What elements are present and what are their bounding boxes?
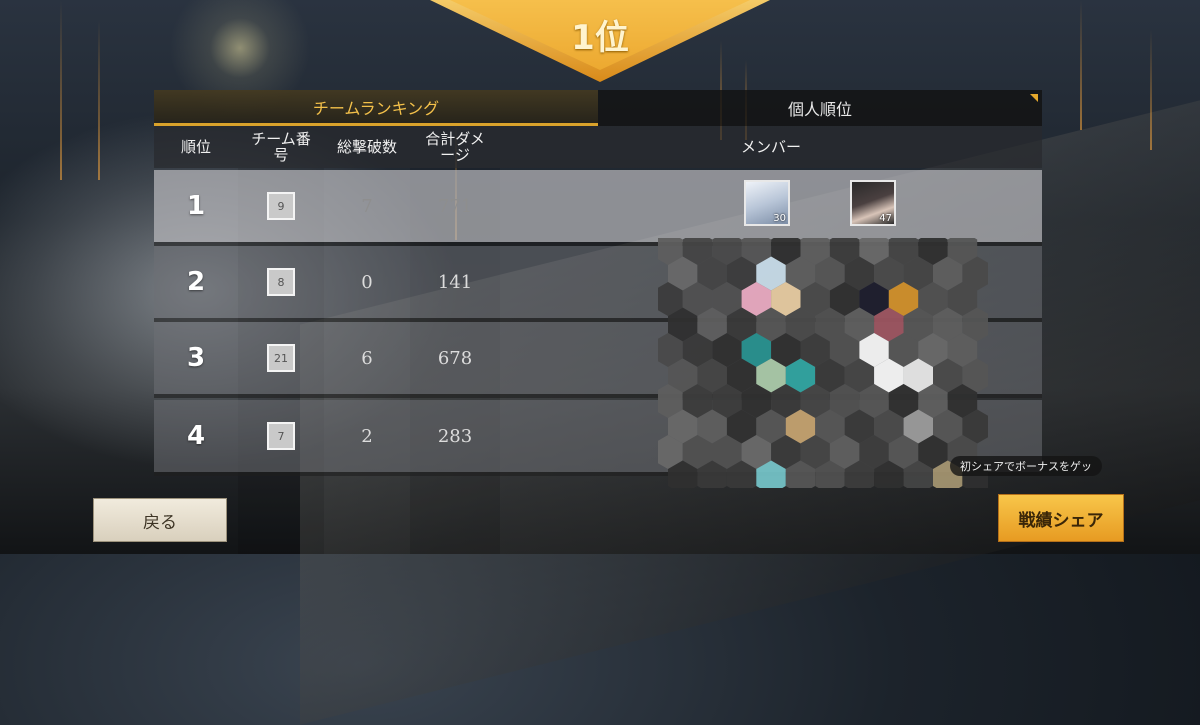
tab-team-ranking[interactable]: チームランキング [154, 90, 598, 126]
total-kills-value: 2 [361, 425, 373, 447]
kills-cell: 0 [324, 246, 410, 318]
share-results-button[interactable]: 戦績シェア [998, 494, 1124, 542]
rain-streak [98, 20, 100, 180]
rain-streak [1080, 0, 1082, 130]
rain-streak [1150, 30, 1152, 150]
table-header: 順位 チーム番号 総撃破数 合計ダメージ メンバー [154, 126, 1042, 168]
total-damage-value: 141 [437, 271, 473, 293]
total-damage-value: 283 [437, 425, 473, 447]
member-avatar[interactable]: 30 [744, 180, 790, 226]
team-number-cell: 7 [238, 400, 324, 472]
rain-streak [60, 0, 62, 180]
header-members: メンバー [740, 138, 801, 156]
rank-cell: 4 [154, 400, 238, 472]
member-avatar[interactable]: 47 [850, 180, 896, 226]
rank-number: 4 [186, 421, 206, 451]
team-number-badge: 7 [267, 422, 295, 450]
damage-cell: 141 [410, 246, 500, 318]
total-damage-value: 771 [437, 195, 473, 217]
tab-individual-ranking[interactable]: 個人順位 [598, 90, 1042, 126]
team-number-cell: 8 [238, 246, 324, 318]
header-team-number: チーム番号 [251, 130, 311, 164]
censor-hex-overlay [658, 238, 988, 488]
share-bonus-tooltip: 初シェアでボーナスをゲッ [950, 456, 1102, 476]
total-damage-value: 678 [437, 347, 473, 369]
rank-result-label: 1位 [571, 18, 629, 58]
team-number-badge: 9 [267, 192, 295, 220]
team-number-badge: 8 [267, 268, 295, 296]
table-row[interactable]: 1 9 7 771 30 47 [154, 170, 1042, 242]
rank-number: 1 [186, 191, 206, 221]
total-kills-value: 7 [361, 195, 373, 217]
total-kills-value: 6 [361, 347, 373, 369]
team-number-cell: 21 [238, 322, 324, 394]
kills-cell: 2 [324, 400, 410, 472]
rank-cell: 2 [154, 246, 238, 318]
rank-cell: 1 [154, 170, 238, 242]
damage-cell: 771 [410, 170, 500, 242]
header-rank: 順位 [180, 138, 211, 156]
damage-cell: 283 [410, 400, 500, 472]
kills-cell: 7 [324, 170, 410, 242]
rank-banner: 1位 [430, 0, 770, 86]
kills-cell: 6 [324, 322, 410, 394]
damage-cell: 678 [410, 322, 500, 394]
rank-number: 3 [186, 343, 206, 373]
rank-cell: 3 [154, 322, 238, 394]
member-level: 47 [879, 213, 892, 224]
rank-number: 2 [186, 267, 206, 297]
ranking-tabs: チームランキング 個人順位 [154, 90, 1042, 126]
header-total-kills: 総撃破数 [336, 138, 397, 156]
header-total-damage: 合計ダメージ [425, 130, 485, 164]
tab-corner-marker [1030, 94, 1038, 102]
total-kills-value: 0 [361, 271, 373, 293]
back-button[interactable]: 戻る [93, 498, 227, 542]
tab-individual-ranking-label: 個人順位 [787, 100, 852, 119]
team-number-cell: 9 [238, 170, 324, 242]
member-level: 30 [773, 213, 786, 224]
team-number-badge: 21 [267, 344, 295, 372]
